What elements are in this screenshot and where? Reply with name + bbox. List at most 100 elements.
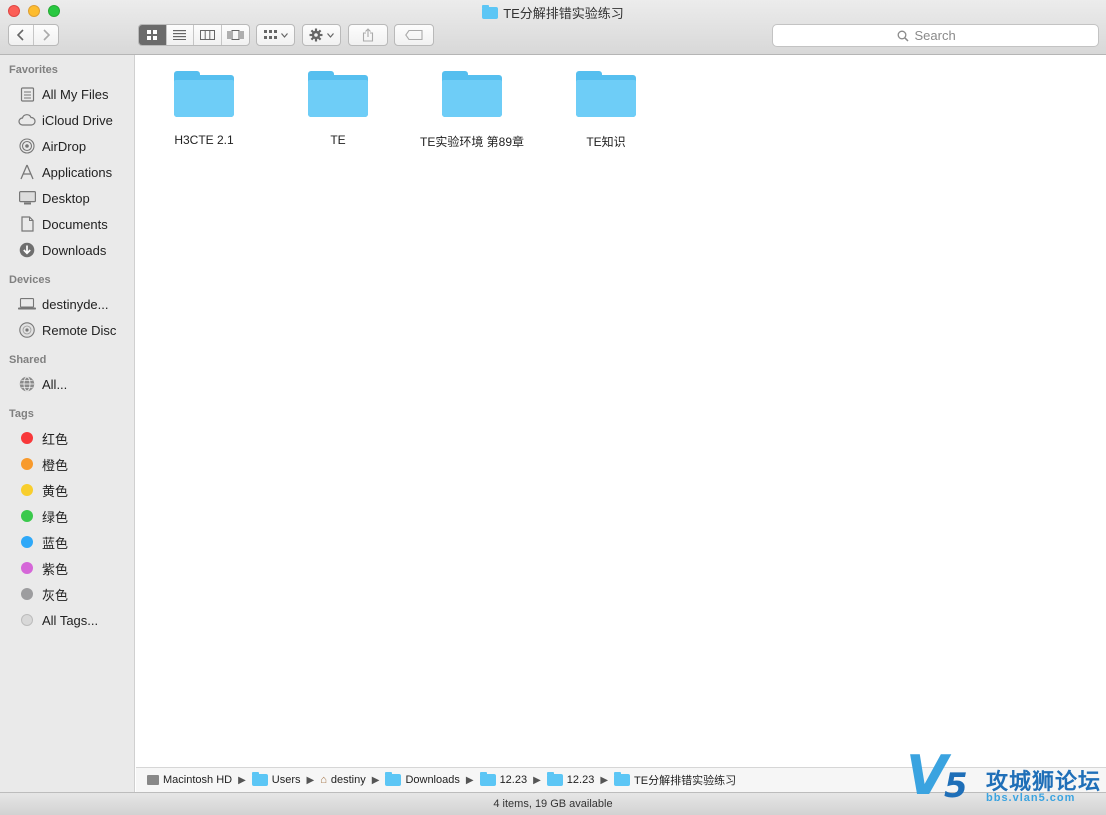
tag-color-dot-icon	[18, 507, 36, 525]
sidebar: Favorites All My Files iCloud Drive AirD…	[0, 55, 135, 792]
sidebar-item-label: Remote Disc	[42, 322, 117, 338]
watermark-logo: V 5 攻城狮论坛 bbs.vlan5.com	[904, 748, 1104, 810]
sidebar-item-label: AirDrop	[42, 138, 87, 154]
sidebar-item-tag[interactable]: 蓝色	[0, 529, 134, 555]
arrange-grid-icon	[263, 30, 277, 39]
path-crumb-destiny[interactable]: ⌂ destiny	[320, 774, 366, 786]
path-crumb-current-folder[interactable]: TE分解排错实验练习	[614, 772, 736, 788]
cover-flow-icon	[227, 30, 244, 40]
window-title-bar: TE分解排错实验练习	[0, 3, 1106, 22]
sidebar-item-airdrop[interactable]: AirDrop	[0, 133, 134, 159]
arrange-button[interactable]	[256, 24, 295, 46]
sidebar-item-tag[interactable]: 红色	[0, 425, 134, 451]
path-crumb-users[interactable]: Users	[251, 772, 301, 786]
sidebar-item-label: Downloads	[42, 242, 107, 258]
desktop-icon	[18, 189, 36, 207]
edit-tags-button[interactable]	[394, 24, 434, 46]
forward-button[interactable]	[34, 25, 58, 45]
path-crumb-label: Users	[271, 774, 301, 786]
sidebar-item-documents[interactable]: Documents	[0, 211, 134, 237]
chevron-down-icon	[327, 32, 334, 38]
chevron-down-icon	[280, 32, 288, 38]
sidebar-item-applications[interactable]: Applications	[0, 159, 134, 185]
gear-icon	[309, 28, 323, 42]
action-button[interactable]	[302, 24, 341, 46]
view-mode-control	[138, 24, 250, 46]
sidebar-item-shared-all[interactable]: All...	[0, 371, 134, 397]
chevron-right-icon: ▶	[600, 774, 609, 786]
sidebar-item-label: 紫色	[42, 561, 69, 577]
file-browser-content: H3CTE 2.1 TE TE实验环境 第89章 TE知识	[136, 55, 1106, 767]
chevron-right-icon: ▶	[533, 774, 541, 786]
path-crumb-label: TE分解排错实验练习	[634, 775, 737, 787]
list-view-button[interactable]	[167, 25, 194, 45]
downloads-folder-icon	[385, 772, 402, 786]
path-crumb-12-23-sub[interactable]: 12.23	[546, 772, 595, 786]
folder-icon	[441, 69, 503, 119]
folder-item[interactable]: H3CTE 2.1	[137, 69, 271, 147]
tag-color-dot-icon	[18, 559, 36, 577]
hard-drive-icon	[147, 775, 159, 785]
folder-icon	[546, 772, 563, 786]
sidebar-item-label: Desktop	[42, 190, 90, 206]
sidebar-item-label: All...	[42, 376, 68, 392]
cover-flow-button[interactable]	[222, 25, 249, 45]
sidebar-item-icloud-drive[interactable]: iCloud Drive	[0, 107, 134, 133]
sidebar-item-label: 橙色	[42, 457, 69, 473]
downloads-icon	[18, 241, 36, 259]
sidebar-item-remote-disc[interactable]: Remote Disc	[0, 317, 134, 343]
column-view-button[interactable]	[194, 25, 222, 45]
folder-name: TE知识	[586, 135, 626, 149]
sidebar-item-downloads[interactable]: Downloads	[0, 237, 134, 263]
icon-view-button[interactable]	[139, 25, 167, 45]
sidebar-item-all-my-files[interactable]: All My Files	[0, 81, 134, 107]
tag-color-dot-icon	[18, 585, 36, 603]
tag-color-dot-icon	[18, 455, 36, 473]
folder-icon	[173, 69, 235, 119]
laptop-icon	[18, 295, 36, 313]
folder-name: TE实验环境 第89章	[419, 135, 525, 149]
chevron-right-icon: ▶	[306, 774, 315, 786]
folder-icon	[251, 772, 268, 786]
sidebar-item-tag[interactable]: 绿色	[0, 503, 134, 529]
path-crumb-label: 12.23	[566, 774, 595, 786]
watermark-url: bbs.vlan5.com	[986, 792, 1076, 804]
sidebar-item-tag[interactable]: 灰色	[0, 581, 134, 607]
folder-icon	[614, 772, 631, 786]
search-input[interactable]	[914, 28, 975, 43]
applications-icon	[18, 163, 36, 181]
watermark-logo-letters: V	[906, 744, 948, 807]
status-text: 4 items, 19 GB available	[493, 798, 613, 810]
sidebar-item-label: 绿色	[42, 509, 69, 525]
path-crumb-12-23[interactable]: 12.23	[479, 772, 528, 786]
folder-icon	[575, 69, 637, 119]
airdrop-icon	[18, 137, 36, 155]
sidebar-heading-shared: Shared	[9, 354, 47, 366]
path-crumb-label: 12.23	[499, 774, 528, 786]
document-icon	[18, 215, 36, 233]
folder-item[interactable]: TE	[271, 69, 405, 147]
folder-item[interactable]: TE实验环境 第89章	[405, 69, 539, 150]
sidebar-item-tag[interactable]: 黄色	[0, 477, 134, 503]
sidebar-item-tag[interactable]: All Tags...	[0, 607, 134, 633]
sidebar-item-label: Applications	[42, 164, 113, 180]
sidebar-item-tag[interactable]: 紫色	[0, 555, 134, 581]
path-crumb-macintosh-hd[interactable]: Macintosh HD	[147, 774, 232, 786]
sidebar-item-device[interactable]: destinyde...	[0, 291, 134, 317]
chevron-right-icon: ▶	[371, 774, 380, 786]
sidebar-heading-tags: Tags	[9, 408, 34, 420]
sidebar-item-label: Documents	[42, 216, 108, 232]
tag-color-dot-icon	[18, 611, 36, 629]
share-button[interactable]	[348, 24, 388, 46]
sidebar-item-desktop[interactable]: Desktop	[0, 185, 134, 211]
folder-item[interactable]: TE知识	[539, 69, 673, 150]
path-crumb-label: Downloads	[405, 774, 460, 786]
tag-list: 红色橙色黄色绿色蓝色紫色灰色 All Tags...	[0, 425, 134, 633]
search-field[interactable]	[772, 24, 1099, 47]
path-crumb-downloads[interactable]: Downloads	[385, 772, 460, 786]
chevron-right-icon	[43, 29, 50, 41]
columns-icon	[199, 30, 215, 40]
back-button[interactable]	[9, 25, 34, 45]
sidebar-item-tag[interactable]: 橙色	[0, 451, 134, 477]
folder-name: TE	[330, 133, 346, 147]
